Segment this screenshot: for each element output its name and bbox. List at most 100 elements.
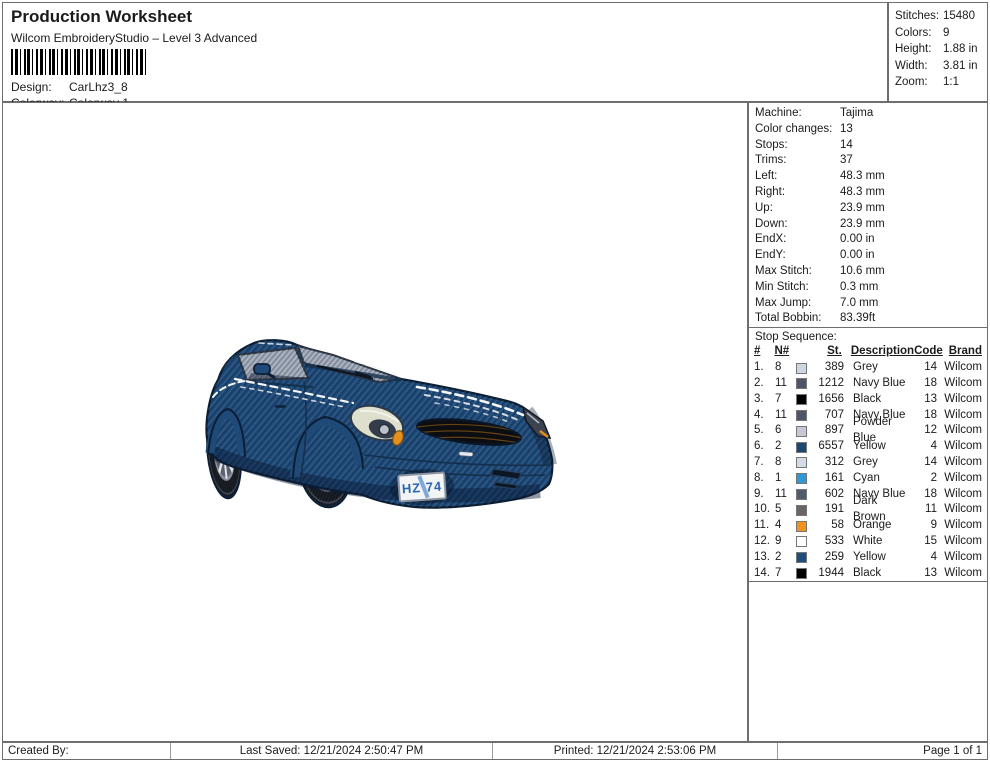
stop-row-number: 9. <box>754 487 775 503</box>
stop-stitch-count: 259 <box>813 550 846 566</box>
stop-color-code: 4 <box>913 439 937 455</box>
stop-needle-number: 9 <box>775 534 796 550</box>
summary-label: Zoom: <box>895 74 943 91</box>
color-swatch <box>796 394 807 405</box>
stop-swatch-cell <box>796 426 813 437</box>
stop-thread-brand: Wilcom <box>937 566 982 582</box>
stop-color-code: 11 <box>913 502 937 518</box>
license-plate-text: HZ 74 <box>401 479 442 497</box>
stop-needle-number: 8 <box>775 455 796 471</box>
embroidered-car-image: HZ 74 <box>205 335 567 517</box>
summary-value: 15480 <box>943 8 975 25</box>
stop-swatch-cell <box>796 521 813 532</box>
machine-value: Tajima <box>840 106 873 122</box>
stop-sequence-row: 1.8389Grey14Wilcom <box>749 360 987 376</box>
stop-swatch-cell <box>796 410 813 421</box>
stop-row-number: 7. <box>754 455 775 471</box>
col-st: St. <box>812 344 844 360</box>
machine-value: 37 <box>840 153 853 169</box>
machine-info-row: Down:23.9 mm <box>749 217 987 233</box>
car-svg: HZ 74 <box>205 335 567 517</box>
machine-value: 48.3 mm <box>840 185 885 201</box>
summary-label: Stitches: <box>895 8 943 25</box>
summary-value: 3.81 in <box>943 58 978 75</box>
stop-color-code: 18 <box>913 487 937 503</box>
stop-stitch-count: 533 <box>813 534 846 550</box>
machine-label: Machine: <box>755 106 840 122</box>
col-description: Description <box>844 344 914 360</box>
machine-value: 7.0 mm <box>840 296 878 312</box>
stop-swatch-cell <box>796 505 813 516</box>
machine-label: Trims: <box>755 153 840 169</box>
stop-sequence-row: 6.26557Yellow4Wilcom <box>749 439 987 455</box>
stop-sequence-row: 2.111212Navy Blue18Wilcom <box>749 376 987 392</box>
summary-row: Zoom:1:1 <box>895 74 981 91</box>
app-subtitle: Wilcom EmbroideryStudio – Level 3 Advanc… <box>11 31 879 45</box>
machine-info-row: Color changes:13 <box>749 122 987 138</box>
color-swatch <box>796 568 807 579</box>
stop-sequence-row: 14.71944Black13Wilcom <box>749 566 987 582</box>
stop-sequence-title: Stop Sequence: <box>749 328 987 344</box>
stop-needle-number: 5 <box>775 502 796 518</box>
machine-info-row: Up:23.9 mm <box>749 201 987 217</box>
stop-thread-brand: Wilcom <box>937 376 982 392</box>
stop-color-code: 12 <box>913 423 937 439</box>
stop-color-description: Black <box>846 392 913 408</box>
machine-label: EndY: <box>755 248 840 264</box>
stop-thread-brand: Wilcom <box>937 439 982 455</box>
printed-text: Printed: 12/21/2024 2:53:06 PM <box>493 743 778 759</box>
machine-label: Right: <box>755 185 840 201</box>
stop-thread-brand: Wilcom <box>937 455 982 471</box>
color-swatch <box>796 363 807 374</box>
stop-color-code: 14 <box>913 455 937 471</box>
color-swatch <box>796 426 807 437</box>
stop-needle-number: 7 <box>775 392 796 408</box>
stop-row-number: 11. <box>754 518 775 534</box>
machine-label: Max Jump: <box>755 296 840 312</box>
stop-sequence-row: 8.1161Cyan2Wilcom <box>749 471 987 487</box>
color-swatch <box>796 457 807 468</box>
stop-sequence-header: # N# St. Description Code Brand <box>749 344 987 360</box>
stop-color-description: Grey <box>846 455 913 471</box>
stop-color-code: 9 <box>913 518 937 534</box>
stop-swatch-cell <box>796 568 813 579</box>
machine-value: 14 <box>840 138 853 154</box>
page-title: Production Worksheet <box>11 7 879 27</box>
stop-color-code: 13 <box>913 392 937 408</box>
stop-sequence-row: 11.458Orange9Wilcom <box>749 518 987 534</box>
stop-needle-number: 11 <box>775 487 796 503</box>
summary-label: Height: <box>895 41 943 58</box>
stop-needle-number: 8 <box>775 360 796 376</box>
design-preview-area: HZ 74 <box>2 102 748 742</box>
machine-info-panel: Machine:TajimaColor changes:13Stops:14Tr… <box>748 102 988 742</box>
stop-sequence-row: 7.8312Grey14Wilcom <box>749 455 987 471</box>
production-worksheet-page: { "header": { "title": "Production Works… <box>0 0 990 762</box>
machine-info-row: Left:48.3 mm <box>749 169 987 185</box>
stop-color-code: 18 <box>913 408 937 424</box>
design-summary-panel: Stitches:15480Colors:9Height:1.88 inWidt… <box>888 2 988 102</box>
machine-value: 23.9 mm <box>840 201 885 217</box>
stop-stitch-count: 58 <box>813 518 846 534</box>
machine-info-row: Stops:14 <box>749 138 987 154</box>
stop-swatch-cell <box>796 442 813 453</box>
stop-row-number: 4. <box>754 408 775 424</box>
stop-needle-number: 4 <box>775 518 796 534</box>
stop-color-description: Orange <box>846 518 913 534</box>
col-brand: Brand <box>938 344 982 360</box>
stop-row-number: 14. <box>754 566 775 582</box>
stop-color-description: Navy Blue <box>846 376 913 392</box>
summary-row: Colors:9 <box>895 25 981 42</box>
color-swatch <box>796 536 807 547</box>
col-n: N# <box>774 344 794 360</box>
summary-label: Width: <box>895 58 943 75</box>
side-marker-light <box>459 452 473 457</box>
machine-info-row: Max Stitch:10.6 mm <box>749 264 987 280</box>
color-swatch <box>796 442 807 453</box>
stop-thread-brand: Wilcom <box>937 471 982 487</box>
machine-info-row: EndY:0.00 in <box>749 248 987 264</box>
machine-label: Up: <box>755 201 840 217</box>
stop-stitch-count: 707 <box>813 408 846 424</box>
stop-row-number: 12. <box>754 534 775 550</box>
stop-color-description: Black <box>846 566 913 582</box>
stop-sequence-rows: 1.8389Grey14Wilcom2.111212Navy Blue18Wil… <box>749 360 987 582</box>
